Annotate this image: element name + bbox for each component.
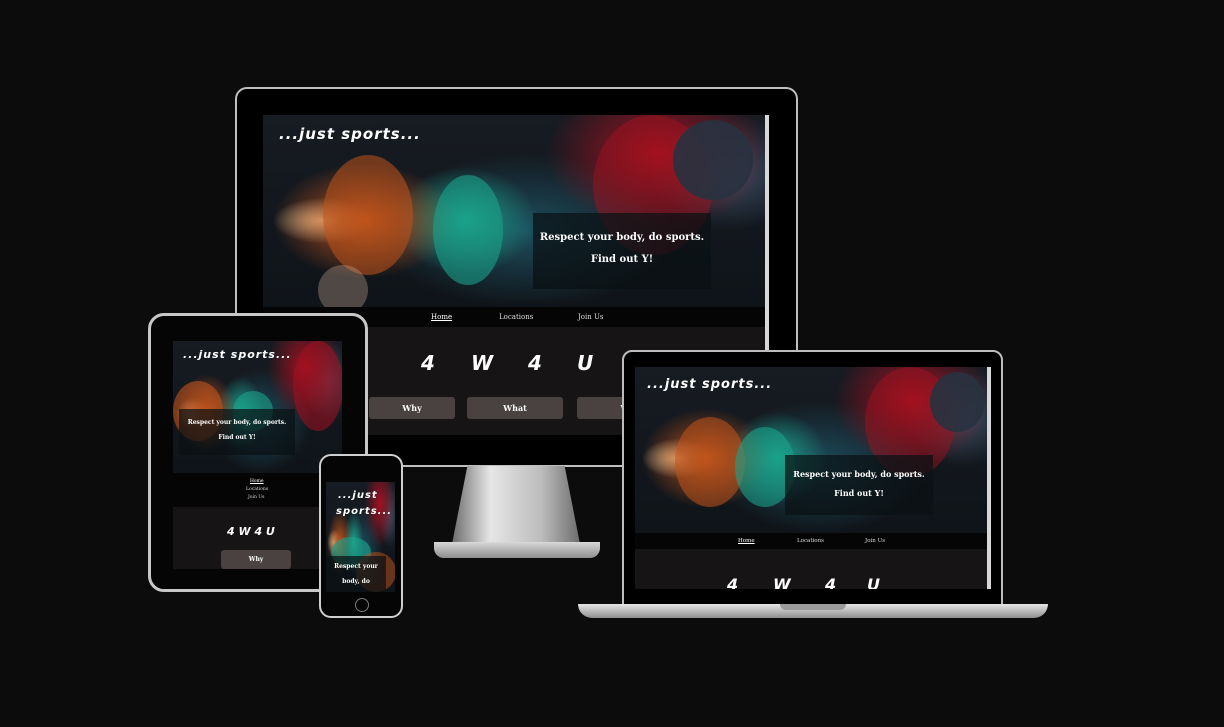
laptop-tagline-1: Respect your body, do sports. (793, 469, 925, 479)
laptop-letter-w: W (773, 575, 791, 589)
phone-logo-1[interactable]: ...just (338, 490, 378, 501)
phone-tagline: Respect your body, do (326, 556, 386, 592)
tablet-screen: ...just sports... Respect your body, do … (173, 341, 342, 569)
tablet-content: 4 W 4 U Why (173, 507, 342, 569)
phone-tagline-1: Respect your (334, 563, 378, 570)
letter-4a: 4 (421, 351, 435, 375)
tagline-line-1: Respect your body, do sports. (539, 232, 705, 243)
nav-home[interactable]: Home (431, 307, 452, 327)
tagline-line-2: Find out Y! (590, 254, 654, 265)
phone-tagline-2: body, do (342, 578, 370, 585)
laptop-logo[interactable]: ...just sports... (647, 377, 772, 392)
tablet-tagline-2: Find out Y! (218, 434, 256, 441)
laptop-letter-4a: 4 (727, 575, 739, 589)
letter-4b: 4 (528, 351, 542, 375)
tablet-nav-join[interactable]: Join Us (248, 495, 264, 500)
laptop-nav: Home Locations Join Us (635, 533, 991, 549)
tablet-letters: 4 W 4 U (227, 525, 275, 538)
tablet-hero: ...just sports... Respect your body, do … (173, 341, 342, 473)
letter-u: U (577, 351, 594, 375)
tablet-why-button[interactable]: Why (221, 550, 291, 569)
tablet-nav-locations[interactable]: Locations (246, 487, 268, 492)
hero-tagline: Respect your body, do sports. Find out Y… (533, 213, 711, 289)
phone-logo-2[interactable]: sports... (336, 506, 392, 517)
laptop-tagline-2: Find out Y! (834, 488, 884, 498)
laptop-notch (780, 604, 846, 610)
laptop-tagline: Respect your body, do sports. Find out Y… (785, 455, 933, 515)
laptop-hero: ...just sports... Respect your body, do … (635, 367, 991, 533)
laptop-nav-home[interactable]: Home (738, 533, 755, 549)
why-button[interactable]: Why (369, 397, 455, 419)
tablet-tagline: Respect your body, do sports. Find out Y… (179, 409, 295, 455)
nav-locations[interactable]: Locations (499, 307, 533, 327)
phone-hero: ...just sports... Respect your body, do (326, 482, 395, 592)
letter-w: W (471, 351, 494, 375)
laptop-scrollbar[interactable] (987, 367, 991, 589)
tablet-tagline-1: Respect your body, do sports. (187, 419, 287, 426)
what-button[interactable]: What (467, 397, 563, 419)
hero-banner: ...just sports... Respect your body, do … (263, 115, 769, 307)
nav-join-us[interactable]: Join Us (578, 307, 603, 327)
phone-screen: ...just sports... Respect your body, do (326, 482, 395, 592)
laptop-nav-locations[interactable]: Locations (797, 533, 824, 549)
monitor-base (434, 542, 600, 558)
site-logo[interactable]: ...just sports... (279, 125, 421, 143)
tablet-logo[interactable]: ...just sports... (183, 348, 292, 361)
phone-device: ...just sports... Respect your body, do (319, 454, 403, 618)
laptop-letter-4b: 4 (825, 575, 837, 589)
tablet-nav: Home Locations Join Us (173, 473, 342, 507)
laptop-device: ...just sports... Respect your body, do … (622, 350, 1003, 606)
tablet-nav-home[interactable]: Home (250, 479, 264, 484)
laptop-screen: ...just sports... Respect your body, do … (635, 367, 991, 589)
laptop-nav-join[interactable]: Join Us (865, 533, 885, 549)
monitor-stand (452, 466, 580, 544)
laptop-letter-u: U (867, 575, 880, 589)
laptop-content: 4 W 4 U (635, 549, 991, 589)
phone-home-button[interactable] (355, 598, 369, 612)
